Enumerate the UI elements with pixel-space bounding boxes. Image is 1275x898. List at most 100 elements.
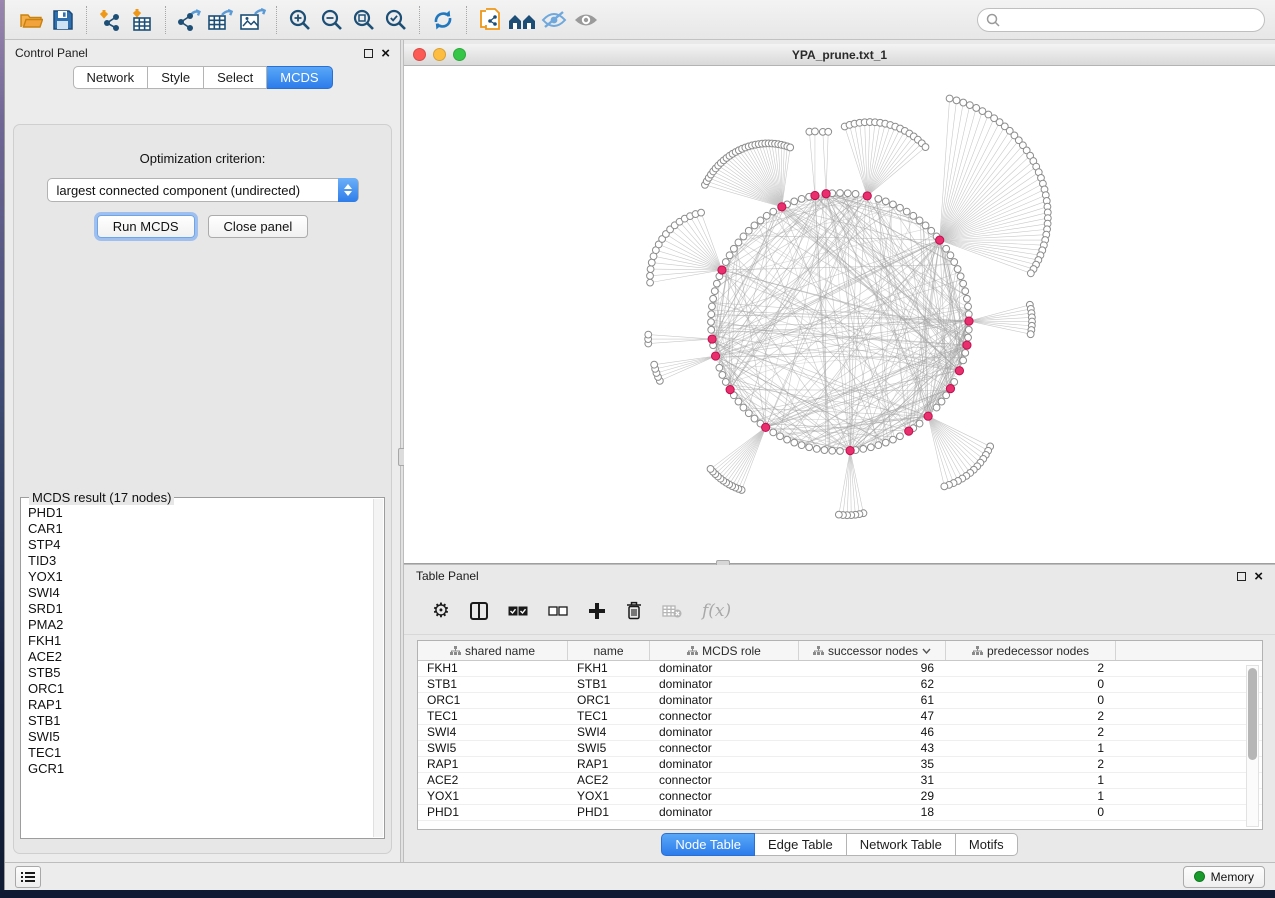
tab-edge-table[interactable]: Edge Table	[755, 833, 847, 856]
mcds-dominator-node[interactable]	[762, 423, 770, 431]
leaf-node[interactable]	[953, 97, 960, 104]
leaf-node[interactable]	[648, 259, 655, 266]
mcds-dominator-node[interactable]	[711, 352, 719, 360]
task-history-icon[interactable]	[15, 866, 41, 888]
ring-node[interactable]	[770, 429, 777, 436]
ring-node[interactable]	[960, 357, 967, 364]
ring-node[interactable]	[722, 379, 729, 386]
ring-node[interactable]	[882, 439, 889, 446]
ring-node[interactable]	[740, 233, 747, 240]
ring-node[interactable]	[709, 303, 716, 310]
ring-node[interactable]	[751, 415, 758, 422]
leaf-node[interactable]	[966, 102, 973, 109]
mcds-result-list[interactable]: PHD1CAR1STP4TID3YOX1SWI4SRD1PMA2FKH1ACE2…	[28, 505, 372, 836]
tab-style[interactable]: Style	[148, 66, 204, 89]
ring-node[interactable]	[751, 222, 758, 229]
ring-node[interactable]	[875, 442, 882, 449]
ring-node[interactable]	[867, 444, 874, 451]
ring-node[interactable]	[852, 191, 859, 198]
export-image-icon[interactable]	[237, 5, 269, 35]
tab-mcds[interactable]: MCDS	[267, 66, 332, 89]
mcds-result-item[interactable]: GCR1	[28, 761, 372, 777]
ring-node[interactable]	[875, 195, 882, 202]
ring-node[interactable]	[965, 326, 972, 333]
ring-node[interactable]	[933, 404, 940, 411]
float-panel-icon[interactable]	[1237, 572, 1246, 581]
ring-node[interactable]	[757, 217, 764, 224]
leaf-node[interactable]	[812, 128, 819, 135]
zoom-in-icon[interactable]	[284, 5, 316, 35]
ring-node[interactable]	[916, 217, 923, 224]
ring-node[interactable]	[837, 448, 844, 455]
network-canvas[interactable]	[404, 66, 1275, 563]
ring-node[interactable]	[813, 445, 820, 452]
show-columns-icon[interactable]	[470, 602, 488, 620]
ring-node[interactable]	[710, 295, 717, 302]
mcds-dominator-node[interactable]	[936, 236, 944, 244]
column-header-name[interactable]: name	[568, 641, 650, 660]
ring-node[interactable]	[806, 444, 813, 451]
mcds-result-item[interactable]: PHD1	[28, 505, 372, 521]
ring-node[interactable]	[860, 445, 867, 452]
column-header-predecessor-nodes[interactable]: predecessor nodes	[946, 641, 1116, 660]
mcds-result-item[interactable]: ACE2	[28, 649, 372, 665]
leaf-node[interactable]	[1027, 270, 1034, 277]
table-row[interactable]: FKH1FKH1dominator962	[418, 661, 1262, 677]
table-scrollbar[interactable]	[1246, 665, 1259, 827]
mcds-result-item[interactable]: YOX1	[28, 569, 372, 585]
ring-node[interactable]	[916, 420, 923, 427]
leaf-node[interactable]	[922, 144, 929, 151]
ring-node[interactable]	[947, 252, 954, 259]
tab-network-table[interactable]: Network Table	[847, 833, 956, 856]
table-row[interactable]: YOX1YOX1connector291	[418, 789, 1262, 805]
mcds-result-item[interactable]: FKH1	[28, 633, 372, 649]
mcds-dominator-node[interactable]	[955, 367, 963, 375]
duplicate-network-icon[interactable]	[474, 5, 506, 35]
table-row[interactable]: TEC1TEC1connector472	[418, 709, 1262, 725]
mcds-result-item[interactable]: STB1	[28, 713, 372, 729]
scrollbar-thumb[interactable]	[1248, 668, 1257, 760]
tab-motifs[interactable]: Motifs	[956, 833, 1018, 856]
close-panel-button[interactable]: Close panel	[208, 215, 309, 238]
mcds-result-item[interactable]: SRD1	[28, 601, 372, 617]
ring-node[interactable]	[745, 227, 752, 234]
leaf-node[interactable]	[647, 272, 654, 279]
ring-node[interactable]	[791, 198, 798, 205]
ring-node[interactable]	[951, 259, 958, 266]
delete-column-icon[interactable]	[626, 601, 642, 620]
ring-node[interactable]	[844, 190, 851, 197]
ring-node[interactable]	[890, 201, 897, 208]
search-box[interactable]	[977, 8, 1265, 32]
ring-node[interactable]	[890, 436, 897, 443]
tab-network[interactable]: Network	[73, 66, 149, 89]
show-all-icon[interactable]	[570, 5, 602, 35]
leaf-node[interactable]	[960, 99, 967, 106]
ring-node[interactable]	[957, 273, 964, 280]
ring-node[interactable]	[735, 398, 742, 405]
network-window-titlebar[interactable]: YPA_prune.txt_1	[404, 44, 1275, 66]
zoom-out-icon[interactable]	[316, 5, 348, 35]
ring-node[interactable]	[963, 295, 970, 302]
mcds-result-item[interactable]: STP4	[28, 537, 372, 553]
mcds-result-item[interactable]: RAP1	[28, 697, 372, 713]
mcds-dominator-node[interactable]	[822, 190, 830, 198]
ring-node[interactable]	[962, 288, 969, 295]
ring-node[interactable]	[928, 227, 935, 234]
mcds-dominator-node[interactable]	[846, 447, 854, 455]
zoom-selected-icon[interactable]	[380, 5, 412, 35]
leaf-node[interactable]	[825, 128, 832, 135]
column-header-successor-nodes[interactable]: successor nodes	[799, 641, 946, 660]
import-table-icon[interactable]	[126, 5, 158, 35]
ring-node[interactable]	[960, 280, 967, 287]
save-session-icon[interactable]	[47, 5, 79, 35]
mcds-result-item[interactable]: SWI5	[28, 729, 372, 745]
ring-node[interactable]	[910, 212, 917, 219]
leaf-node[interactable]	[647, 279, 654, 286]
mcds-result-item[interactable]: ORC1	[28, 681, 372, 697]
leaf-node[interactable]	[787, 144, 794, 151]
deselect-all-icon[interactable]	[548, 605, 568, 617]
table-row[interactable]: PHD1PHD1dominator180	[418, 805, 1262, 821]
leaf-node[interactable]	[647, 266, 654, 273]
run-mcds-button[interactable]: Run MCDS	[97, 215, 195, 238]
leaf-node[interactable]	[1027, 331, 1034, 338]
